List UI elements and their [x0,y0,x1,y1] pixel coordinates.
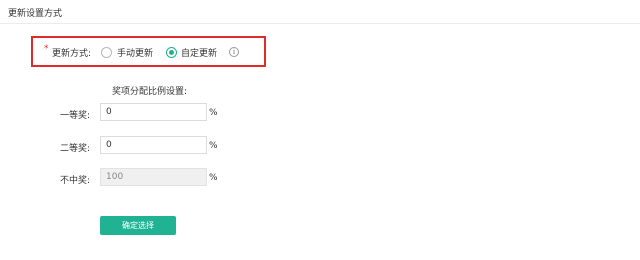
required-mark: * [44,44,49,54]
first-prize-unit: % [209,108,218,118]
info-icon[interactable]: i [229,47,239,57]
first-prize-label: 一等奖: [60,111,91,121]
radio-manual-update[interactable] [101,47,112,58]
second-prize-label: 二等奖: [60,144,91,154]
no-prize-input [100,168,207,186]
no-prize-label: 不中奖: [60,176,91,186]
page-title: 更新设置方式 [8,9,63,19]
page-header: 更新设置方式 [0,0,640,24]
radio-manual-update-label[interactable]: 手动更新 [117,46,153,59]
no-prize-unit: % [209,173,218,183]
second-prize-unit: % [209,141,218,151]
update-method-label: 更新方式: [52,49,92,59]
radio-auto-update-label[interactable]: 自定更新 [181,46,217,59]
confirm-button[interactable]: 确定选择 [100,216,176,235]
ratio-section-title: 奖项分配比例设置: [112,87,188,97]
radio-auto-update[interactable] [166,47,177,58]
second-prize-input[interactable] [100,136,207,154]
first-prize-input[interactable] [100,103,207,121]
